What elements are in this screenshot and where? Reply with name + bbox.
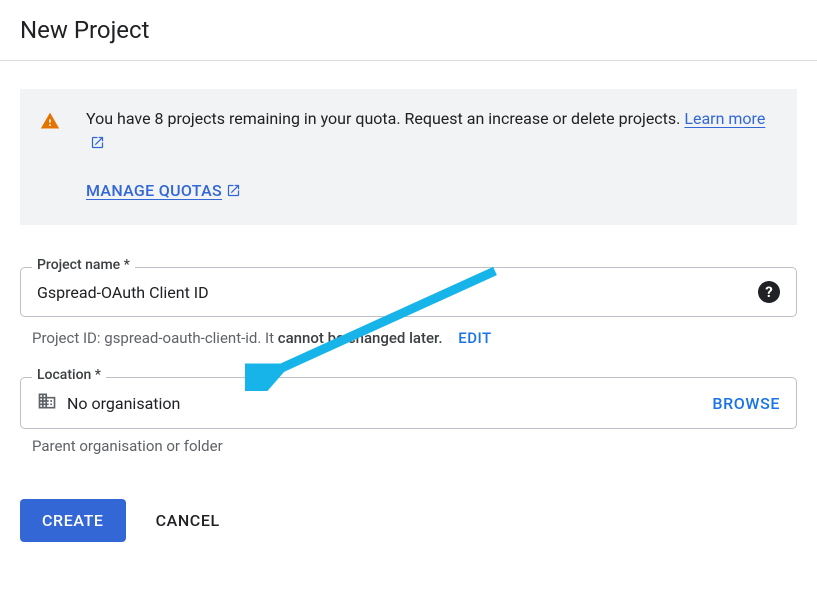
edit-project-id-button[interactable]: EDIT <box>458 329 491 347</box>
project-name-field[interactable]: Project name * ? <box>20 267 797 317</box>
notice-body: You have 8 projects remaining in your qu… <box>86 107 777 203</box>
project-name-block: Project name * ? Project ID: gspread-oau… <box>20 267 797 347</box>
form-content: You have 8 projects remaining in your qu… <box>0 61 817 570</box>
action-bar: CREATE CANCEL <box>20 499 797 542</box>
help-icon[interactable]: ? <box>758 281 780 303</box>
location-block: Location * No organisation BROWSE Parent… <box>20 377 797 455</box>
location-hint: Parent organisation or folder <box>20 429 797 455</box>
external-link-icon <box>226 183 241 198</box>
page-title: New Project <box>20 16 797 44</box>
organisation-icon <box>37 391 57 415</box>
project-name-label: Project name * <box>32 257 135 273</box>
location-field[interactable]: Location * No organisation BROWSE <box>20 377 797 429</box>
location-value: No organisation <box>67 394 702 413</box>
notice-text: You have 8 projects remaining in your qu… <box>86 107 777 155</box>
browse-button[interactable]: BROWSE <box>712 394 780 413</box>
cancel-button[interactable]: CANCEL <box>156 511 220 530</box>
external-link-icon <box>90 135 105 150</box>
project-id-hint: Project ID: gspread-oauth-client-id. It … <box>20 317 797 347</box>
manage-quotas-link[interactable]: MANAGE QUOTAS <box>86 181 241 200</box>
page-header: New Project <box>0 0 817 61</box>
quota-notice: You have 8 projects remaining in your qu… <box>20 89 797 225</box>
quota-message: You have 8 projects remaining in your qu… <box>86 109 684 128</box>
location-label: Location * <box>32 367 106 383</box>
project-name-input[interactable] <box>37 283 748 302</box>
create-button[interactable]: CREATE <box>20 499 126 542</box>
warning-icon <box>40 107 60 203</box>
